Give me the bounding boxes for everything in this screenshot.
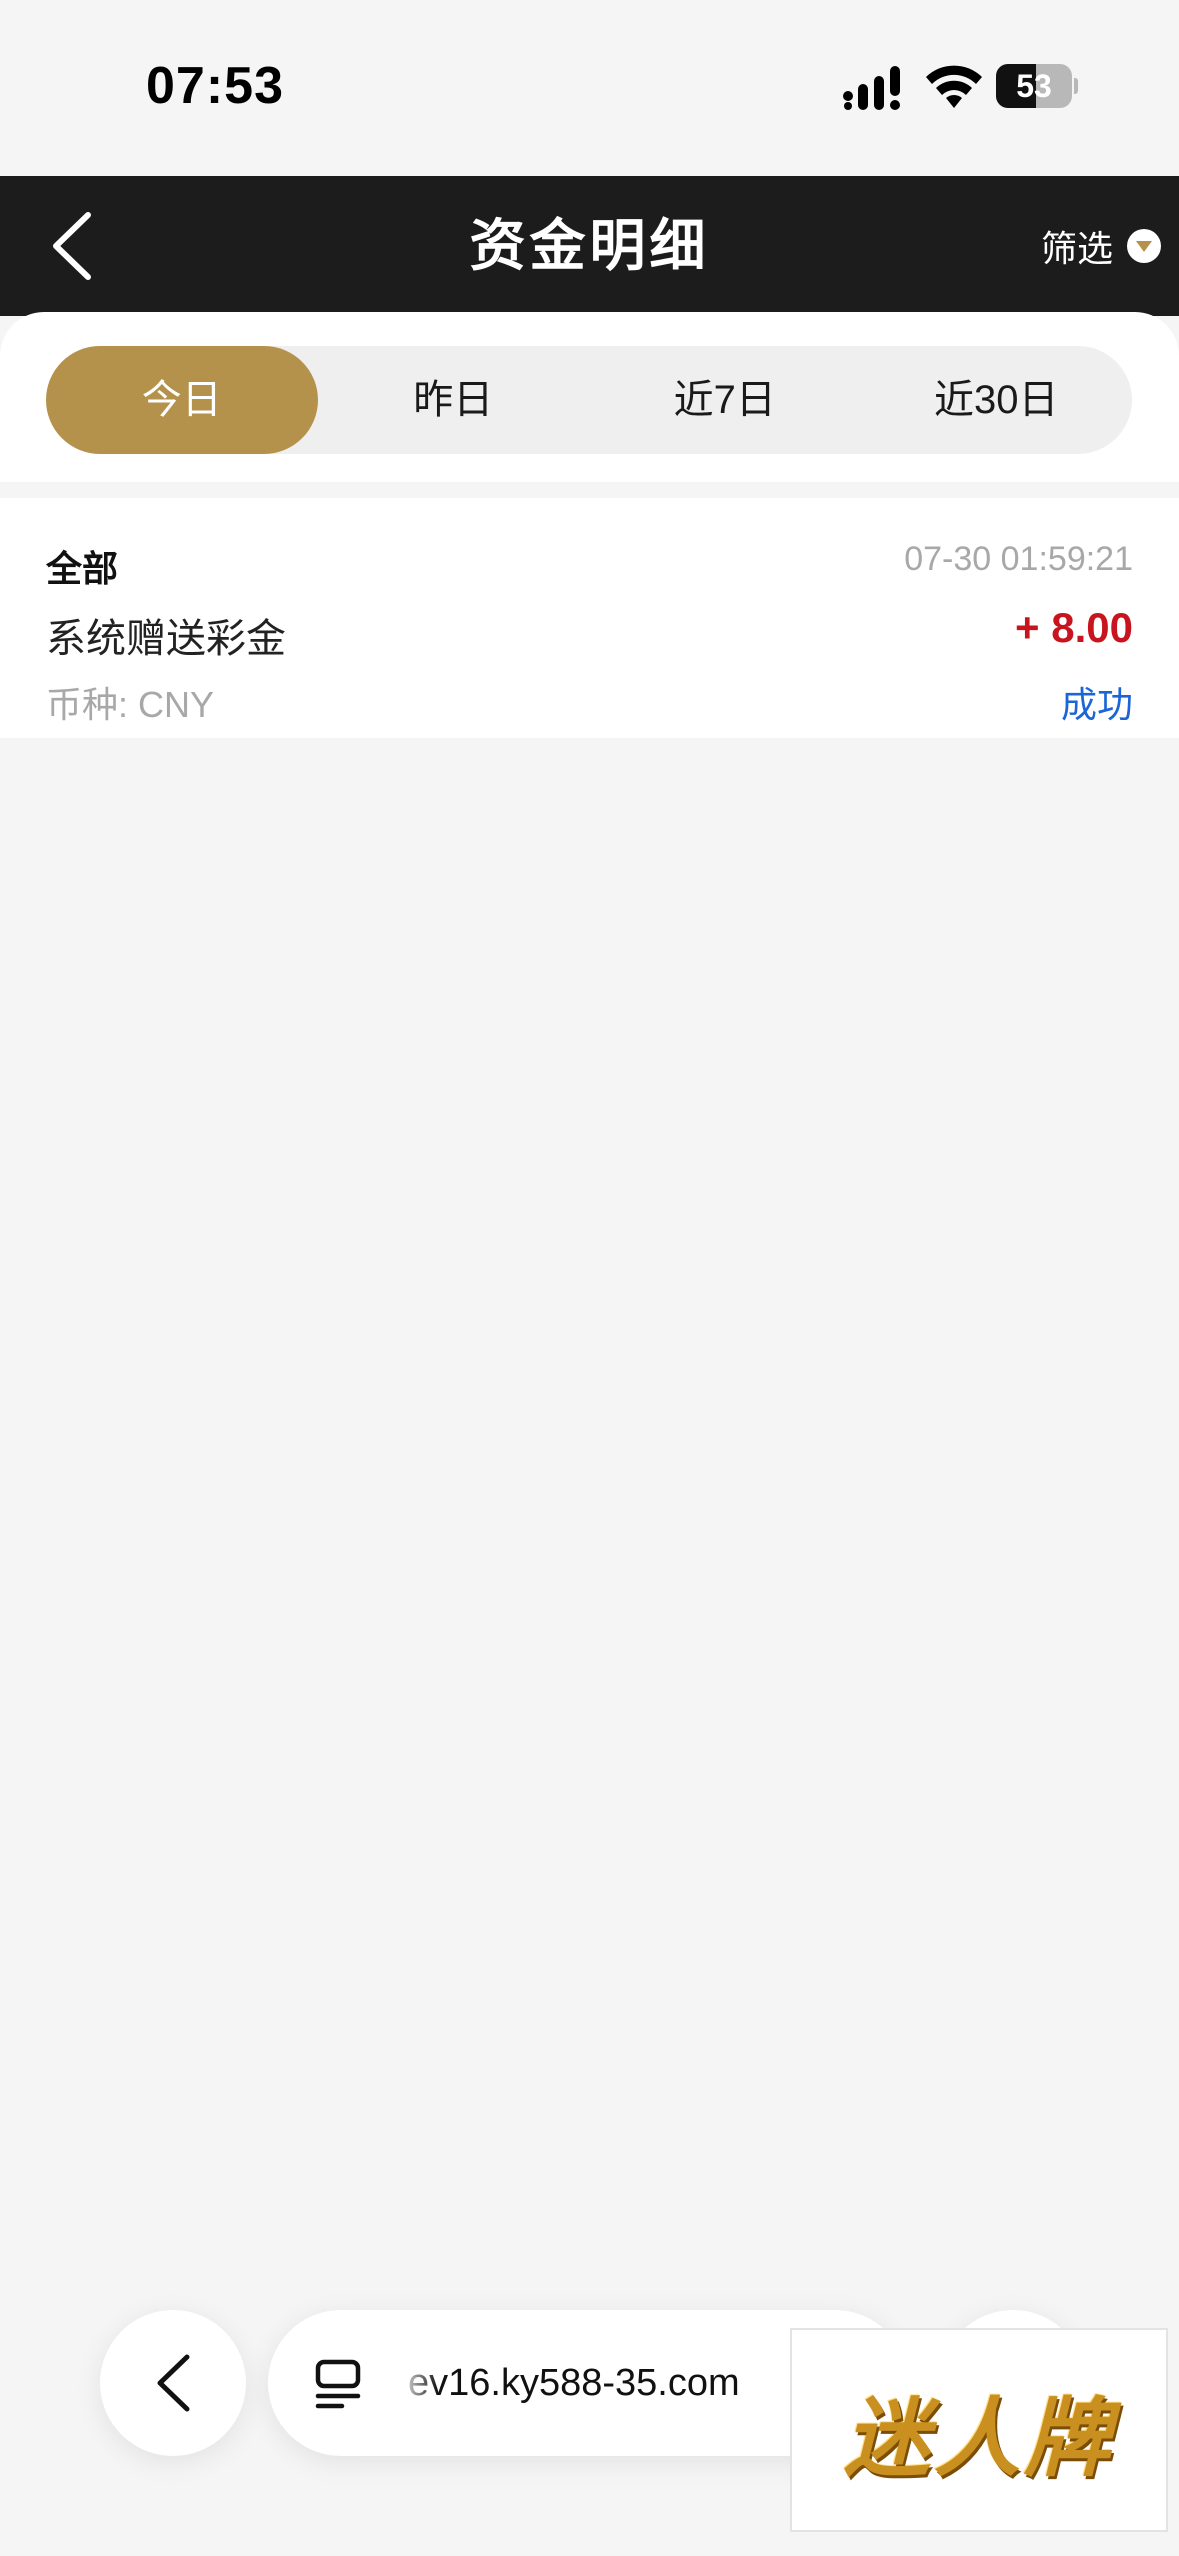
record-status: 成功: [1060, 684, 1133, 725]
filter-button[interactable]: 筛选: [1041, 216, 1161, 276]
date-tabs: 今日 昨日 近7日 近30日: [46, 346, 1132, 454]
chevron-down-icon: [1127, 229, 1161, 263]
filter-label: 筛选: [1040, 228, 1113, 269]
tab-last-7-days[interactable]: 近7日: [589, 346, 861, 454]
record-category: 全部: [46, 548, 119, 589]
url-text: ev16.ky588-35.com: [408, 2362, 740, 2404]
ad-logo-text: 迷人牌: [844, 2387, 1114, 2489]
record-amount: + 8.00: [1015, 604, 1133, 651]
browser-back-button[interactable]: [100, 2310, 246, 2456]
wifi-icon: [926, 65, 982, 108]
tab-last-30-days[interactable]: 近30日: [861, 346, 1133, 454]
tab-yesterday[interactable]: 昨日: [318, 346, 590, 454]
chevron-left-icon: [157, 2354, 190, 2412]
battery-level: 53: [1016, 68, 1052, 104]
page-title: 资金明细: [469, 214, 710, 277]
tab-today[interactable]: 今日: [46, 346, 318, 454]
record-time: 07-30 01:59:21: [904, 540, 1133, 578]
navbar: 资金明细 筛选: [0, 176, 1179, 316]
record-currency: 币种: CNY: [46, 684, 215, 725]
ad-logo[interactable]: 迷人牌: [790, 2328, 1168, 2532]
signal-icon: [843, 66, 900, 110]
status-time: 07:53: [146, 57, 284, 115]
list-item[interactable]: 全部 07-30 01:59:21 系统赠送彩金 + 8.00 币种: CNY …: [0, 498, 1179, 738]
status-bar: 07:53 53: [0, 0, 1179, 176]
tabs-icon[interactable]: [312, 2356, 368, 2412]
record-description: 系统赠送彩金: [46, 617, 286, 661]
battery-icon: 53: [996, 64, 1078, 108]
date-tabs-panel: 今日 昨日 近7日 近30日: [0, 312, 1179, 482]
